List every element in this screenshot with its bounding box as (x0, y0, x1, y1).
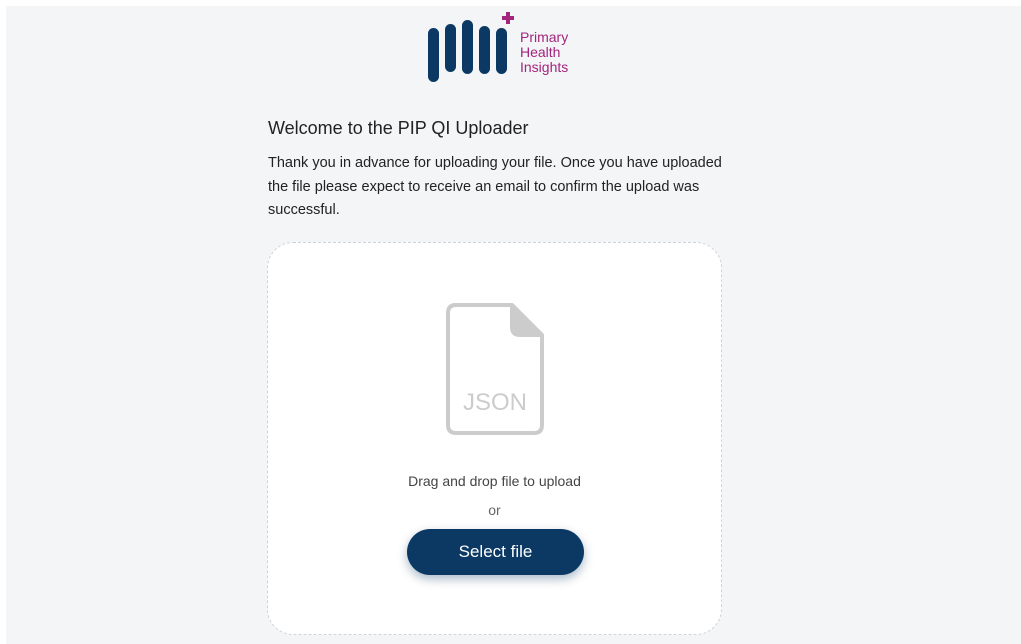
logo-line-3: Insights (520, 59, 569, 75)
intro-paragraph: Thank you in advance for uploading your … (268, 155, 722, 218)
logo-line-1: Primary (520, 29, 569, 45)
json-file-icon: JSON (446, 303, 544, 435)
select-file-button[interactable]: Select file (407, 529, 584, 575)
file-icon-label: JSON (463, 389, 527, 416)
logo-line-2: Health (520, 44, 561, 60)
or-text: or (488, 502, 501, 518)
phi-logo-text: Primary Health Insights (520, 30, 568, 75)
page-title: Welcome to the PIP QI Uploader (268, 118, 529, 138)
file-dropzone[interactable]: JSON Drag and drop file to upload or Sel… (267, 242, 722, 635)
drag-drop-text: Drag and drop file to upload (408, 473, 581, 489)
phi-logo-mark-icon (428, 12, 514, 82)
phi-logo: Primary Health Insights (422, 10, 592, 82)
page-background: Primary Health Insights Welcome to the P… (6, 6, 1021, 644)
